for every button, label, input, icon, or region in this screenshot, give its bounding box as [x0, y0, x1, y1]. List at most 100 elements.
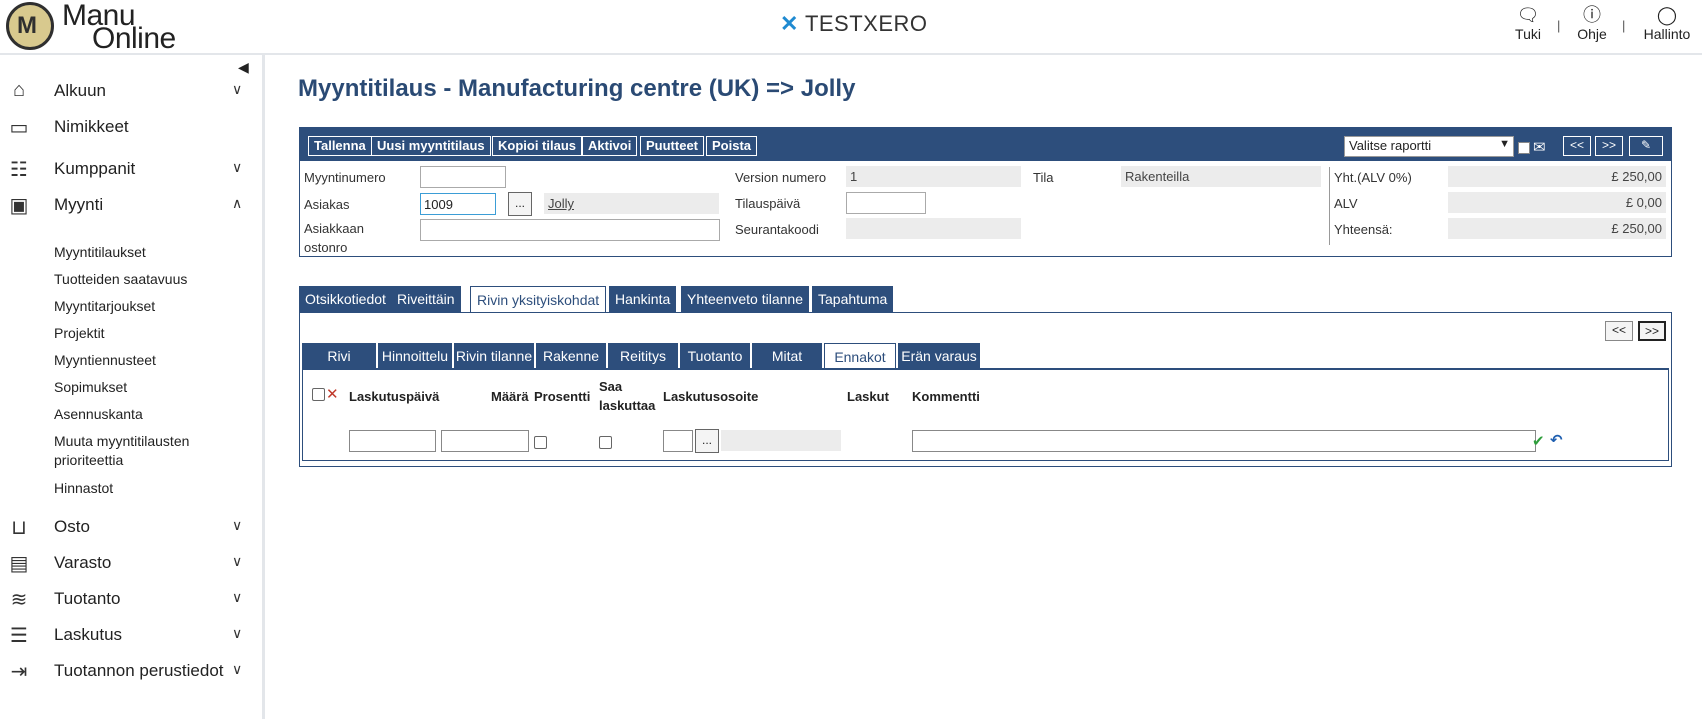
tab-otsikkotiedot[interactable]: Otsikkotiedot — [299, 286, 392, 313]
laskutusosoite-input[interactable] — [663, 430, 693, 452]
shortages-button[interactable]: Puutteet — [640, 136, 704, 156]
support-link[interactable]: 🗨 Tuki — [1498, 4, 1558, 42]
next-row-button[interactable]: >> — [1638, 321, 1666, 341]
chevron-down-icon[interactable]: ∨ — [232, 517, 242, 534]
attachment-icon[interactable]: ✎ — [1629, 136, 1663, 156]
myyntinumero-field[interactable] — [420, 166, 506, 188]
sidebar-item-tuotannon-perustiedot[interactable]: ⇥ Tuotannon perustiedot ∨ — [0, 655, 262, 691]
report-checkbox[interactable] — [1518, 142, 1530, 154]
help-link[interactable]: ⓘ Ohje — [1562, 4, 1622, 42]
total-value: £ 250,00 — [1448, 218, 1666, 239]
sidebar-subitem-muuta-prioriteettia[interactable]: Muuta myyntitilausten prioriteettia — [54, 432, 214, 470]
column-header-maara: Määrä — [491, 389, 529, 404]
saa-laskuttaa-checkbox[interactable] — [599, 436, 612, 449]
next-record-button[interactable]: >> — [1595, 136, 1623, 156]
subtab-rivi[interactable]: Rivi — [302, 343, 376, 369]
subtab-rakenne[interactable]: Rakenne — [536, 343, 606, 369]
sidebar-item-varasto[interactable]: ▤ Varasto ∨ — [0, 547, 262, 583]
tila-label: Tila — [1033, 170, 1054, 185]
inbox-icon: ▭ — [9, 117, 29, 139]
delete-icon[interactable]: ✕ — [326, 385, 339, 403]
asiakas-field[interactable]: 1009 — [420, 193, 496, 215]
new-sales-order-button[interactable]: Uusi myyntitilaus — [371, 136, 491, 156]
subtab-ennakot[interactable]: Ennakot — [824, 343, 896, 369]
kommentti-input[interactable] — [912, 430, 1536, 452]
myyntinumero-label: Myyntinumero — [304, 170, 386, 185]
subtab-tuotanto[interactable]: Tuotanto — [680, 343, 750, 369]
sidebar-subitem-myyntitarjoukset[interactable]: Myyntitarjoukset — [54, 297, 254, 316]
column-header-saa-laskuttaa-2: laskuttaa — [599, 398, 656, 413]
subtab-hinnoittelu[interactable]: Hinnoittelu — [378, 343, 452, 369]
activate-button[interactable]: Aktivoi — [582, 136, 638, 156]
alv-label: ALV — [1334, 196, 1358, 211]
subtab-eran-varaus[interactable]: Erän varaus — [898, 343, 980, 369]
tab-riveittain[interactable]: Riveittäin — [391, 286, 461, 313]
chevron-down-icon[interactable]: ∨ — [232, 159, 242, 176]
sidebar-item-tuotanto[interactable]: ≋ Tuotanto ∨ — [0, 583, 262, 619]
select-all-checkbox[interactable] — [312, 388, 325, 401]
ostonro-field[interactable] — [420, 219, 720, 241]
chevron-down-icon[interactable]: ∨ — [232, 553, 242, 570]
sidebar-item-kumppanit[interactable]: ☷ Kumppanit ∨ — [0, 153, 262, 189]
sidebar-subitem-hinnastot[interactable]: Hinnastot — [54, 479, 254, 498]
asiakas-lookup-button[interactable]: ... — [508, 192, 532, 216]
sidebar-subitem-tuotteiden-saatavuus[interactable]: Tuotteiden saatavuus — [54, 270, 254, 289]
maara-input[interactable] — [441, 430, 529, 452]
tab-yhteenveto-tilanne[interactable]: Yhteenveto tilanne — [681, 286, 809, 313]
tab-rivin-yksityiskohdat[interactable]: Rivin yksityiskohdat — [470, 286, 607, 313]
chevron-down-icon[interactable]: ∨ — [232, 81, 242, 98]
column-header-kommentti: Kommentti — [912, 389, 980, 404]
tab-hankinta[interactable]: Hankinta — [609, 286, 677, 313]
sidebar-subitem-myyntiennusteet[interactable]: Myyntiennusteet — [54, 351, 254, 370]
sidebar-subitem-myyntitilaukset[interactable]: Myyntitilaukset — [54, 243, 254, 262]
chevron-down-icon[interactable]: ∨ — [232, 589, 242, 606]
chevron-down-icon[interactable]: ∨ — [232, 625, 242, 642]
undo-icon[interactable]: ↶ — [1550, 431, 1563, 449]
chevron-down-icon[interactable]: ∨ — [232, 661, 242, 678]
sidebar-item-nimikkeet[interactable]: ▭ Nimikkeet — [0, 111, 262, 147]
chat-icon: 🗨 — [1516, 5, 1540, 25]
asiakas-name-link[interactable]: Jolly — [544, 193, 719, 214]
sidebar-item-myynti[interactable]: ▣ Myynti ∧ — [0, 189, 262, 225]
yht-alv0-label: Yht.(ALV 0%) — [1334, 170, 1412, 185]
logo-mark: M — [6, 2, 54, 50]
tilauspaiva-field[interactable] — [846, 192, 926, 214]
subtab-rivin-tilanne[interactable]: Rivin tilanne — [454, 343, 534, 369]
topnav-separator: | — [1557, 18, 1561, 33]
admin-link[interactable]: ◯ Hallinto — [1637, 4, 1697, 42]
manu-online-logo[interactable]: M Manu Online — [6, 0, 196, 55]
total-label: Yhteensä: — [1334, 222, 1393, 237]
collapse-sidebar-icon[interactable]: ◀ — [238, 59, 249, 76]
previous-record-button[interactable]: << — [1563, 136, 1591, 156]
alv-value: £ 0,00 — [1448, 192, 1666, 213]
header-divider — [1329, 167, 1330, 245]
save-button[interactable]: Tallenna — [308, 136, 372, 156]
sidebar-subitem-asennuskanta[interactable]: Asennuskanta — [54, 405, 254, 424]
column-header-prosentti: Prosentti — [534, 389, 591, 404]
report-select[interactable]: Valitse raportti ▼ — [1344, 136, 1514, 157]
sidebar-item-laskutus[interactable]: ☰ Laskutus ∨ — [0, 619, 262, 655]
confirm-icon[interactable]: ✔ — [1532, 432, 1545, 450]
page-title: Myyntitilaus - Manufacturing centre (UK)… — [298, 75, 856, 102]
delete-button[interactable]: Poista — [706, 136, 758, 156]
column-header-saa-laskuttaa-1: Saa — [599, 379, 623, 394]
copy-order-button[interactable]: Kopioi tilaus — [492, 136, 582, 156]
mail-icon[interactable]: ✉ — [1533, 138, 1546, 156]
laskutusosoite-value — [721, 430, 841, 451]
tab-tapahtuma[interactable]: Tapahtuma — [812, 286, 894, 313]
sidebar-subitem-sopimukset[interactable]: Sopimukset — [54, 378, 254, 397]
previous-row-button[interactable]: << — [1605, 321, 1633, 341]
sidebar: ◀ ⌂ Alkuun ∨ ▭ Nimikkeet ☷ Kumppanit ∨ ▣… — [0, 55, 265, 719]
sidebar-item-osto[interactable]: ⊔ Osto ∨ — [0, 511, 262, 547]
tilauspaiva-label: Tilauspäivä — [735, 196, 801, 211]
laskutusosoite-lookup-button[interactable]: ... — [695, 429, 719, 453]
subtab-mitat[interactable]: Mitat — [752, 343, 822, 369]
chevron-up-icon[interactable]: ∧ — [232, 195, 242, 212]
sidebar-subitem-projektit[interactable]: Projektit — [54, 324, 254, 343]
company-name: ✕ TESTXERO — [780, 11, 928, 36]
prosentti-checkbox[interactable] — [534, 436, 547, 449]
sidebar-item-alkuun[interactable]: ⌂ Alkuun ∨ — [0, 75, 262, 111]
user-icon: ◯ — [1656, 5, 1678, 25]
subtab-reititys[interactable]: Reititys — [608, 343, 678, 369]
laskutuspaiva-input[interactable] — [349, 430, 436, 452]
